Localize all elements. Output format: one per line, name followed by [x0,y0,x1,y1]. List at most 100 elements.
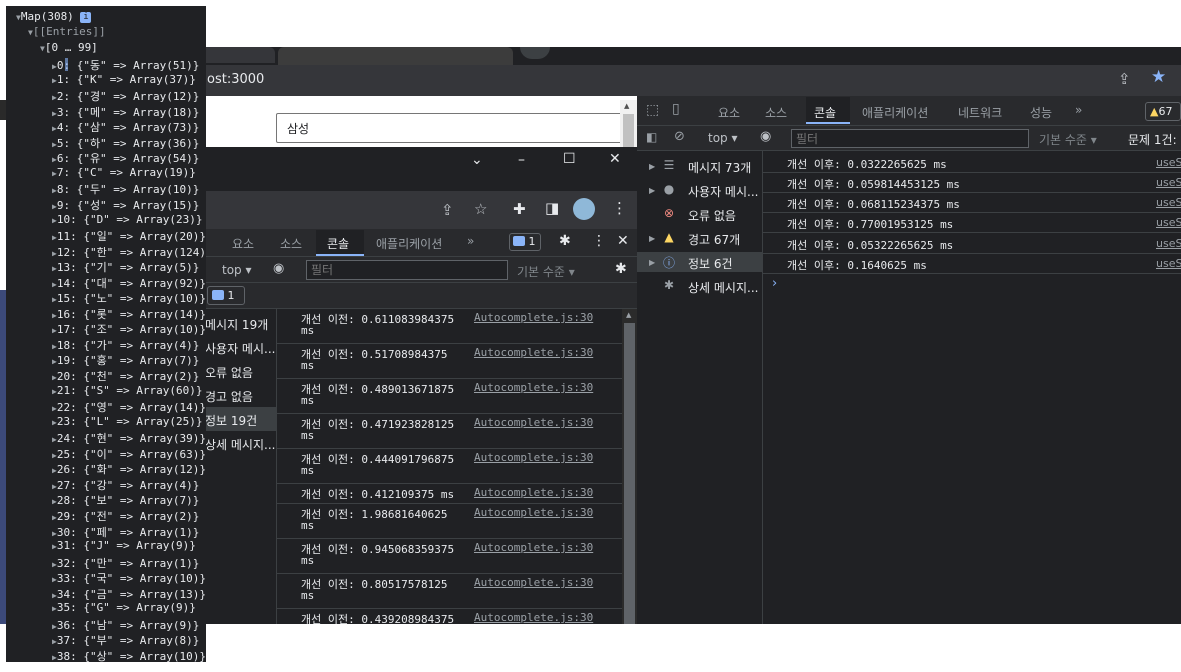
back-address-bar[interactable] [205,65,1181,96]
source-link[interactable]: Autocomplete.js:30 [474,416,593,429]
tree-item[interactable]: ▶31: {"J" => Array(9)} [52,539,196,552]
clear-console-icon[interactable]: ⊘ [674,129,685,144]
tree-item[interactable]: ▶13: {"기" => Array(5)} [52,259,199,275]
close-devtools-icon[interactable]: ✕ [617,233,629,249]
tab-application[interactable]: 애플리케이션 [862,104,928,121]
tree-item[interactable]: ▶4: {"삼" => Array(73)} [52,119,199,135]
sidebar-item-verbose[interactable]: 상세 메시지... [688,279,758,296]
context-selector[interactable]: top ▾ [708,131,738,145]
tree-item[interactable]: ▶19: {"홍" => Array(7)} [52,352,199,368]
tree-item[interactable]: ▶10: {"D" => Array(23)} [52,213,203,226]
console-filter-input[interactable] [791,129,1029,148]
avatar[interactable] [573,198,595,220]
tree-item[interactable]: ▶32: {"만" => Array(1)} [52,555,199,571]
tree-root[interactable]: ▼Map(308) i [16,10,92,23]
tree-item[interactable]: ▶27: {"강" => Array(4)} [52,477,199,493]
sidebar-item-warnings[interactable]: 경고 없음 [205,388,253,405]
more-tabs-button[interactable]: » [1075,103,1082,117]
tab-sources[interactable]: 소스 [280,235,302,252]
tree-item[interactable]: ▶20: {"천" => Array(2)} [52,368,199,384]
back-tab-active[interactable] [278,47,513,65]
message-count-badge[interactable]: 1 [509,233,541,251]
settings-gear-icon[interactable]: ✱ [559,233,571,249]
expand-arrow-icon[interactable]: ▶ [649,186,655,195]
bookmark-star-icon[interactable]: ☆ [474,200,487,218]
tree-item[interactable]: ▶8: {"두" => Array(10)} [52,181,199,197]
tree-item[interactable]: ▶24: {"현" => Array(39)} [52,430,206,446]
tree-item[interactable]: ▶21: {"S" => Array(60)} [52,384,203,397]
tree-item[interactable]: ▶33: {"국" => Array(10)} [52,570,206,586]
source-link[interactable]: Autocomplete.js:30 [474,346,593,359]
console-filter-input[interactable] [306,260,508,280]
sidebar-item-verbose[interactable]: 상세 메시지... [205,436,275,453]
tab-console[interactable]: 콘솔 [327,235,349,252]
sidebar-toggle-icon[interactable]: ◧ [646,130,657,144]
tab-network[interactable]: 네트워크 [958,104,1002,121]
tree-item[interactable]: ▶11: {"일" => Array(20)} [52,228,206,244]
minimize-button[interactable]: – [518,152,525,168]
source-link[interactable]: useS [1156,216,1181,229]
source-link[interactable]: useS [1156,196,1181,209]
log-level-select[interactable]: 기본 수준 ▾ [517,263,575,280]
device-toggle-icon[interactable]: ▯ [672,101,680,117]
tab-sources[interactable]: 소스 [765,104,787,121]
bookmark-star-icon[interactable]: ★ [1151,67,1166,87]
tree-item[interactable]: ▶12: {"한" => Array(124)} [52,244,206,260]
tree-item[interactable]: ▶14: {"대" => Array(92)} [52,275,206,291]
sidebar-item-warnings[interactable]: 경고 67개 [688,231,740,248]
sidebar-item-messages[interactable]: 메시지 19개 [205,316,268,333]
tree-item[interactable]: ▶28: {"보" => Array(7)} [52,492,199,508]
source-link[interactable]: Autocomplete.js:30 [474,541,593,554]
inspect-icon[interactable]: ⬚ [646,102,659,118]
extensions-icon[interactable]: ✚ [513,200,526,218]
tree-item[interactable]: ▶37: {"부" => Array(8)} [52,632,199,648]
tree-item[interactable]: ▶3: {"메" => Array(18)} [52,104,199,120]
issues-counter[interactable]: 문제 1건: [1128,131,1177,148]
tree-item[interactable]: ▶38: {"상" => Array(10)} [52,648,206,662]
eye-icon[interactable]: ◉ [273,261,284,276]
source-link[interactable]: Autocomplete.js:30 [474,451,593,464]
issues-badge[interactable]: 1 [207,286,245,305]
tree-item[interactable]: ▶29: {"전" => Array(2)} [52,508,199,524]
share-icon[interactable]: ⇪ [441,201,454,219]
tree-range[interactable]: ▼[0 … 99] [40,41,98,54]
tree-entries[interactable]: ▼[[Entries]] [28,25,106,38]
back-page-scrollbar[interactable]: ▲ [620,100,637,147]
source-link[interactable]: Autocomplete.js:30 [474,576,593,589]
settings-gear-icon[interactable]: ✱ [615,261,627,277]
tree-item[interactable]: ▶7: {"C" => Array(19)} [52,166,196,179]
sidebar-item-info[interactable]: 정보 19건 [205,412,257,429]
sidebar-item-messages[interactable]: 메시지 73개 [688,159,751,176]
console-prompt[interactable]: › [772,276,777,291]
tree-item[interactable]: ▶17: {"조" => Array(10)} [52,321,206,337]
menu-kebab-icon[interactable]: ⋮ [592,233,606,249]
tab-elements[interactable]: 요소 [232,235,254,252]
tree-item[interactable]: ▶15: {"노" => Array(10)} [52,290,206,306]
tree-item[interactable]: ▶16: {"롯" => Array(14)} [52,306,206,322]
tab-elements[interactable]: 요소 [718,104,740,121]
eye-icon[interactable]: ◉ [760,129,771,144]
back-tab-left[interactable] [205,47,275,63]
menu-kebab-icon[interactable]: ⋮ [612,199,627,217]
tree-item[interactable]: ▶22: {"영" => Array(14)} [52,399,206,415]
tree-item[interactable]: ▶23: {"L" => Array(25)} [52,415,203,428]
sidebar-item-errors[interactable]: 오류 없음 [205,364,253,381]
tree-item[interactable]: ▶2: {"경" => Array(12)} [52,88,199,104]
source-link[interactable]: Autocomplete.js:30 [474,611,593,624]
source-link[interactable]: useS [1156,156,1181,169]
sidebar-item-errors[interactable]: 오류 없음 [688,207,736,224]
tab-application[interactable]: 애플리케이션 [376,235,442,252]
source-link[interactable]: Autocomplete.js:30 [474,486,593,499]
tab-search-icon[interactable]: ⌄ [471,152,483,168]
tree-item[interactable]: ▶18: {"가" => Array(4)} [52,337,199,353]
tab-performance[interactable]: 성능 [1030,104,1052,121]
context-selector[interactable]: top ▾ [222,263,252,277]
search-input[interactable] [276,113,622,143]
mid-console-scrollbar[interactable]: ▲ [622,309,637,624]
share-icon[interactable]: ⇪ [1118,70,1131,88]
sidebar-item-user-messages[interactable]: 사용자 메시... [688,183,758,200]
tree-item[interactable]: ▶6: {"유" => Array(54)} [52,150,199,166]
side-panel-icon[interactable]: ◨ [545,199,559,217]
tab-console[interactable]: 콘솔 [814,104,836,121]
info-icon[interactable]: i [80,12,92,23]
